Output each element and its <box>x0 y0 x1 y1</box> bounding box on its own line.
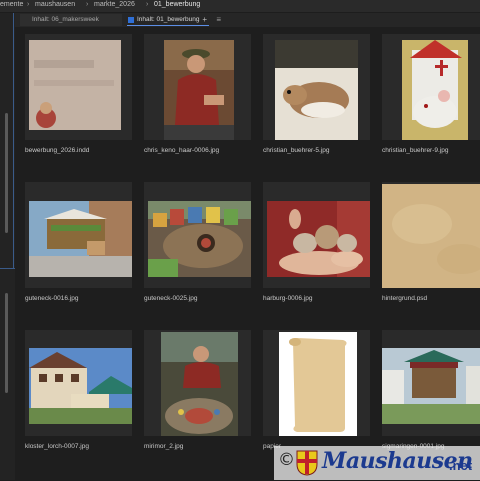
file-item[interactable]: guteneck-0016.jpg <box>15 175 132 302</box>
file-name: christian_buehrer-9.jpg <box>382 147 449 154</box>
panel-divider <box>0 268 15 269</box>
half-timbered-house-photo-icon <box>29 348 132 424</box>
file-item[interactable]: christian_buehrer-9.jpg <box>372 27 480 154</box>
maushausen-watermark: © Maushausen .net <box>274 446 480 480</box>
file-item[interactable]: harburg-0006.jpg <box>253 175 370 302</box>
blurred-document-thumbnail-icon <box>29 40 121 130</box>
mouse-village-photo-icon <box>148 201 251 277</box>
brand-tld: .net <box>449 458 473 473</box>
file-name: bewerbung_2026.indd <box>25 147 90 154</box>
tab-bar: Inhalt: 06_makersweek Inhalt: 01_bewerbu… <box>15 13 480 27</box>
left-panel-scrollbar-lower[interactable] <box>5 293 8 393</box>
content-grid: bewerbung_2026.indd chris_keno_haar-0006… <box>15 27 480 480</box>
coat-of-arms-icon <box>296 450 318 476</box>
breadcrumb-separator: › <box>27 1 30 8</box>
file-item[interactable]: kloster_lorch-0007.jpg <box>15 323 132 450</box>
roulette-game-photo-icon <box>161 332 238 436</box>
mouse-house-photo-icon <box>402 40 468 140</box>
tab-label: Inhalt: 06_makersweek <box>32 16 99 23</box>
breadcrumb-separator: › <box>86 1 89 8</box>
breadcrumb-item[interactable]: markte_2026 <box>94 0 135 10</box>
breadcrumb: emente › maushausen › markte_2026 › 01_b… <box>0 0 480 12</box>
tab-01-bewerbung[interactable]: Inhalt: 01_bewerbung + ≡ <box>123 14 221 26</box>
file-name: kloster_lorch-0007.jpg <box>25 443 89 450</box>
tab-label: Inhalt: 01_bewerbung <box>137 16 200 23</box>
left-panel <box>0 13 15 480</box>
breadcrumb-item[interactable]: maushausen <box>35 0 75 10</box>
market-vendor-photo-icon <box>164 40 234 140</box>
panel-edge <box>13 13 14 268</box>
content-panel-icon <box>128 17 134 23</box>
left-panel-scrollbar[interactable] <box>5 113 8 233</box>
file-name: harburg-0006.jpg <box>263 295 313 302</box>
copyright-symbol: © <box>278 450 295 470</box>
file-name: chris_keno_haar-0006.jpg <box>144 147 220 154</box>
file-item[interactable]: chris_keno_haar-0006.jpg <box>134 27 251 154</box>
market-stall-photo-icon <box>29 201 132 277</box>
paper-scroll-image-icon <box>279 332 357 436</box>
breadcrumb-item[interactable]: emente <box>0 0 23 10</box>
gerbil-photo-icon <box>275 40 358 140</box>
file-item[interactable]: bewerbung_2026.indd <box>15 27 132 154</box>
market-tent-photo-icon <box>382 348 480 424</box>
active-tab-indicator <box>127 25 209 26</box>
file-item[interactable]: guteneck-0025.jpg <box>134 175 251 302</box>
tab-menu-icon[interactable]: ≡ <box>216 14 221 26</box>
parchment-texture-icon <box>382 184 480 288</box>
file-item[interactable]: mirimor_2.jpg <box>134 323 251 450</box>
file-item[interactable]: papier <box>253 323 370 450</box>
file-item[interactable]: sigmaringen-0001.jpg <box>372 323 480 450</box>
mice-in-hands-photo-icon <box>267 201 370 277</box>
breadcrumb-separator: › <box>146 1 149 8</box>
file-item[interactable]: hintergrund.psd <box>372 175 480 302</box>
breadcrumb-item-current[interactable]: 01_bewerbung <box>154 0 200 10</box>
tab-06-makersweek[interactable]: Inhalt: 06_makersweek <box>20 14 122 26</box>
file-name: christian_buehrer-5.jpg <box>263 147 330 154</box>
file-name: mirimor_2.jpg <box>144 443 184 450</box>
file-name: guteneck-0016.jpg <box>25 295 79 302</box>
file-name: hintergrund.psd <box>382 295 428 302</box>
file-item[interactable]: christian_buehrer-5.jpg <box>253 27 370 154</box>
file-name: guteneck-0025.jpg <box>144 295 198 302</box>
